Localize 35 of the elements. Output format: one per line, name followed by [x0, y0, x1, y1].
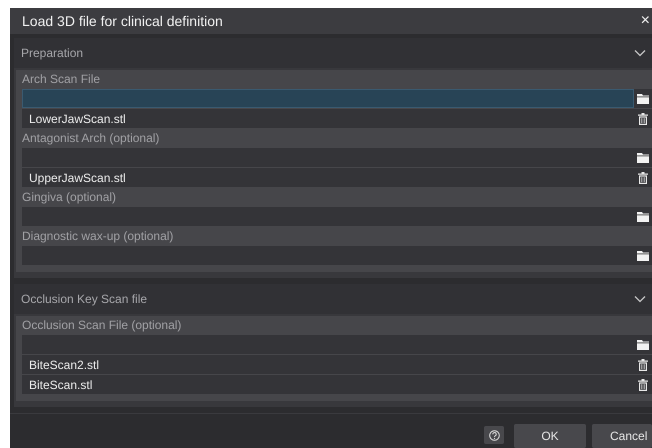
dialog-button[interactable]: OK [514, 424, 586, 448]
file-name: UpperJawScan.stl [29, 170, 126, 184]
help-icon[interactable] [488, 430, 500, 440]
chevron-icon[interactable] [634, 295, 646, 303]
close-button[interactable]: × [638, 13, 652, 29]
help-button[interactable] [484, 426, 504, 444]
section-header[interactable]: Occlusion Key Scan file [14, 284, 652, 314]
field-label: Diagnostic wax-up (optional) [22, 228, 174, 245]
trash-icon[interactable] [638, 112, 648, 124]
window-title: Load 3D file for clinical definition [22, 13, 223, 29]
field-label: Arch Scan File [22, 71, 102, 88]
field-label: Gingiva (optional) [22, 189, 118, 206]
trash-icon[interactable] [638, 172, 648, 184]
file-list-item[interactable]: LowerJawScan.stl [22, 109, 634, 128]
file-list-item[interactable]: BiteScan.stl [22, 375, 634, 394]
section-title: Occlusion Key Scan file [21, 292, 148, 306]
section-header[interactable]: Preparation [14, 38, 652, 68]
folder-icon[interactable] [637, 93, 649, 104]
file-input-field[interactable] [22, 89, 634, 108]
folder-icon[interactable] [637, 339, 649, 350]
section-title: Preparation [21, 46, 84, 60]
file-name: BiteScan.stl [29, 378, 92, 392]
file-list-item[interactable]: BiteScan2.stl [22, 355, 634, 374]
chevron-icon[interactable] [634, 49, 646, 57]
trash-icon[interactable] [638, 358, 648, 370]
field-label: Occlusion Scan File (optional) [22, 317, 182, 334]
file-name: LowerJawScan.stl [29, 112, 126, 126]
field-label: Antagonist Arch (optional) [22, 130, 160, 147]
file-name: BiteScan2.stl [29, 358, 100, 372]
trash-icon[interactable] [638, 378, 648, 390]
folder-icon[interactable] [637, 211, 649, 222]
folder-icon[interactable] [637, 152, 649, 163]
file-list-item[interactable]: UpperJawScan.stl [22, 168, 634, 187]
dialog-button[interactable]: Cancel [592, 424, 652, 448]
folder-icon[interactable] [637, 250, 649, 261]
